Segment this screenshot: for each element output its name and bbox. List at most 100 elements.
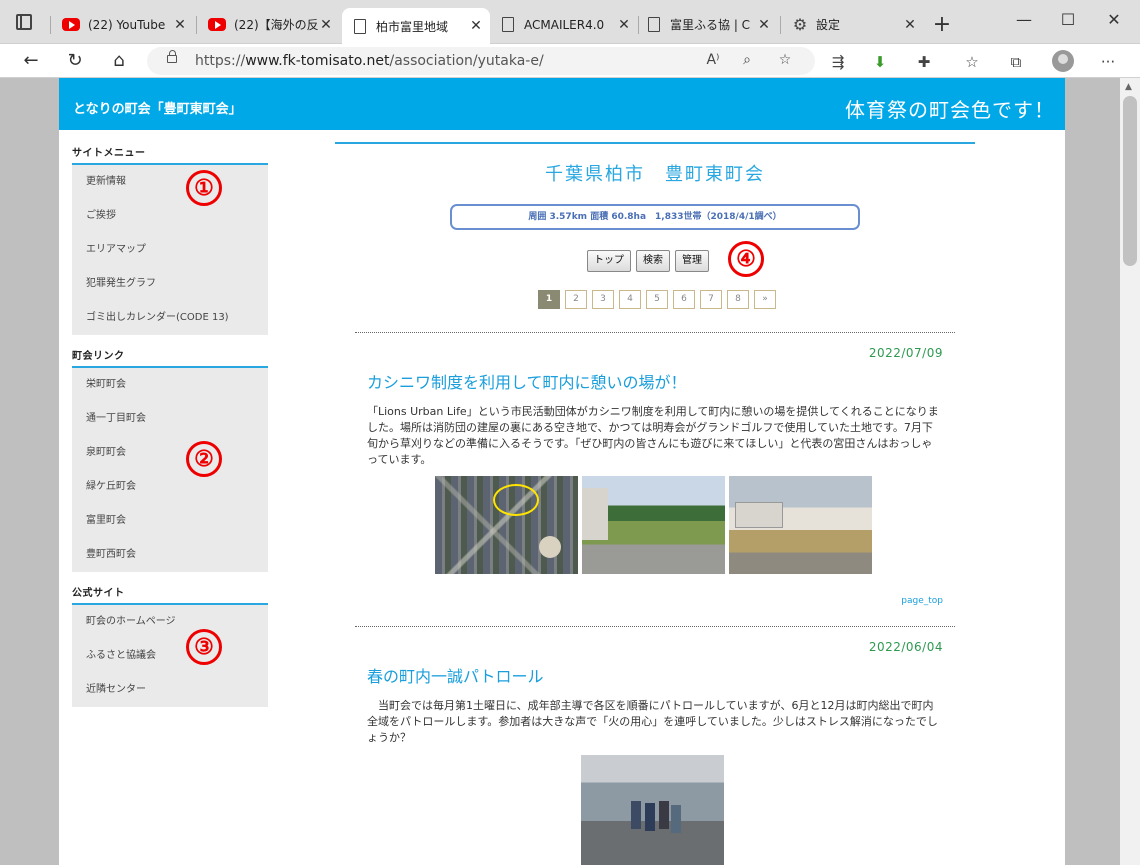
post-date: 2022/06/04 [868, 640, 943, 654]
favorites-icon[interactable]: ☆ [962, 52, 982, 72]
back-button[interactable]: ← [20, 50, 42, 72]
tab-youtube-1[interactable]: (22) YouTube ✕ [52, 8, 194, 41]
home-button[interactable]: ⌂ [108, 50, 130, 72]
aerial-map-photo[interactable] [435, 476, 578, 574]
post-date: 2022/07/09 [868, 346, 943, 360]
stats-box: 周囲 3.57km 面積 60.8ha 1,833世帯（2018/4/1調べ） [450, 204, 860, 230]
download-extension-icon[interactable]: ⬇ [870, 52, 890, 72]
tab-label: ACMAILER4.0 [524, 17, 605, 32]
zoom-icon[interactable]: ⌕ [737, 52, 757, 68]
tab-separator [50, 16, 51, 34]
page-container: となりの町会「豊町東町会」 体育祭の町会色です！ サイトメニュー 更新情報 ご挨… [59, 78, 1065, 865]
collections-icon[interactable]: ⧉ [1006, 52, 1026, 72]
tab-label: (22)【海外の反応 [234, 18, 318, 32]
url-field[interactable]: https://www.fk-tomisato.net/association/… [147, 47, 815, 75]
tab-acmailer[interactable]: ACMAILER4.0 ✕ [490, 8, 638, 41]
page-link-2[interactable]: 2 [565, 290, 587, 309]
close-icon[interactable]: ✕ [616, 17, 632, 33]
annotation-marker-4: ④ [728, 241, 764, 277]
tab-kashiwa-active[interactable]: 柏市富里地域 ✕ [342, 8, 490, 44]
lock-icon[interactable] [167, 50, 177, 63]
post-photos [581, 755, 724, 865]
sidebar-item-yutakacho-nishi[interactable]: 豊町西町会 [72, 538, 268, 572]
sidebar-item-town-homepage[interactable]: 町会のホームページ [72, 605, 268, 639]
page-link-1[interactable]: 1 [538, 290, 560, 309]
tab-separator [780, 16, 781, 34]
divider [355, 332, 955, 333]
grass-lot-photo[interactable] [729, 476, 872, 574]
annotation-marker-2: ② [186, 441, 222, 477]
page-link-8[interactable]: 8 [727, 290, 749, 309]
page-top-link[interactable]: page_top [901, 596, 943, 606]
sidebar-item-sakaemachi[interactable]: 栄町町会 [72, 368, 268, 402]
reload-button[interactable]: ↻ [64, 50, 86, 72]
scroll-up-arrow-icon[interactable]: ▲ [1125, 82, 1132, 92]
close-icon[interactable]: ✕ [172, 17, 188, 33]
page-icon [502, 17, 514, 32]
tab-settings[interactable]: ⚙ 設定 ✕ [782, 8, 924, 41]
tab-furukyo[interactable]: 富里ふる協 | C ✕ [636, 8, 778, 41]
search-button[interactable]: 検索 [636, 250, 670, 272]
vacant-lot-photo[interactable] [582, 476, 725, 574]
sidebar-heading-official: 公式サイト [72, 584, 268, 605]
sidebar-item-furusato-council[interactable]: ふるさと協議会 [72, 639, 268, 673]
post-body: 「Lions Urban Life」という市民活動団体がカシニワ制度を利用して町… [367, 405, 939, 466]
post-title[interactable]: カシニワ制度を利用して町内に憩いの場が！ [367, 369, 687, 393]
tab-label: 富里ふる協 | C [670, 18, 751, 32]
url-text: https://www.fk-tomisato.net/association/… [195, 53, 544, 69]
sidebar-item-crime-graph[interactable]: 犯罪発生グラフ [72, 267, 268, 301]
divider [355, 626, 955, 627]
youtube-icon [208, 18, 226, 31]
sidebar-item-garbage-calendar[interactable]: ゴミ出しカレンダー(CODE 13) [72, 301, 268, 335]
sidebar-item-tomisato[interactable]: 富里町会 [72, 504, 268, 538]
site-menu-list: 更新情報 ご挨拶 エリアマップ 犯罪発生グラフ ゴミ出しカレンダー(CODE 1… [72, 165, 268, 335]
page-icon [354, 18, 366, 34]
sidebar-item-midorigaoka[interactable]: 緑ケ丘町会 [72, 470, 268, 504]
page-link-6[interactable]: 6 [673, 290, 695, 309]
patrol-photo[interactable] [581, 755, 724, 865]
main-top-rule [335, 142, 975, 144]
scroll-thumb[interactable] [1123, 96, 1137, 266]
page-title: 千葉県柏市 豊町東町会 [545, 164, 765, 185]
official-list: 町会のホームページ ふるさと協議会 近隣センター [72, 605, 268, 707]
close-icon[interactable]: ✕ [756, 17, 772, 33]
sidebar-heading-site-menu: サイトメニュー [72, 144, 268, 165]
admin-button[interactable]: 管理 [675, 250, 709, 272]
tab-youtube-2[interactable]: (22)【海外の反応 ✕ [198, 8, 340, 41]
extensions-icon[interactable]: ✚ [914, 52, 934, 72]
close-icon[interactable]: ✕ [902, 17, 918, 33]
extension-icon[interactable]: ⇶ [828, 52, 848, 72]
sidebar-item-area-map[interactable]: エリアマップ [72, 233, 268, 267]
page-link-4[interactable]: 4 [619, 290, 641, 309]
new-tab-button[interactable]: + [930, 12, 954, 37]
page-link-7[interactable]: 7 [700, 290, 722, 309]
sidebar-item-community-center[interactable]: 近隣センター [72, 673, 268, 707]
more-menu-icon[interactable]: ··· [1098, 52, 1118, 72]
vertical-scrollbar[interactable]: ▲ [1120, 78, 1140, 865]
url-scheme: https:// [195, 53, 246, 69]
close-icon[interactable]: ✕ [318, 17, 334, 33]
window-close-button[interactable]: ✕ [1104, 10, 1124, 29]
add-favorite-icon[interactable]: ☆ [775, 52, 795, 68]
page-link-3[interactable]: 3 [592, 290, 614, 309]
sidebar-item-updates[interactable]: 更新情報 [72, 165, 268, 199]
youtube-icon [62, 18, 80, 31]
maximize-button[interactable]: ☐ [1058, 10, 1078, 29]
top-button[interactable]: トップ [587, 250, 631, 272]
town-links-list: 栄町町会 通一丁目町会 泉町町会 緑ケ丘町会 富里町会 豊町西町会 [72, 368, 268, 572]
sidebar-item-greeting[interactable]: ご挨拶 [72, 199, 268, 233]
url-path: /association/yutaka-e/ [389, 53, 544, 69]
tab-actions-icon[interactable] [16, 14, 32, 30]
avatar[interactable] [1052, 50, 1074, 72]
site-title[interactable]: となりの町会「豊町東町会」 [73, 98, 242, 117]
sidebar-item-izumicho[interactable]: 泉町町会 [72, 436, 268, 470]
close-icon[interactable]: ✕ [468, 18, 484, 34]
read-aloud-icon[interactable]: A⁾ [703, 52, 723, 68]
minimize-button[interactable]: — [1014, 10, 1034, 29]
tab-separator [196, 16, 197, 34]
next-page-link[interactable]: » [754, 290, 776, 309]
post-title[interactable]: 春の町内一誠パトロール [367, 663, 543, 687]
sidebar-item-tori-1chome[interactable]: 通一丁目町会 [72, 402, 268, 436]
sidebar: サイトメニュー 更新情報 ご挨拶 エリアマップ 犯罪発生グラフ ゴミ出しカレンダ… [72, 144, 268, 719]
page-link-5[interactable]: 5 [646, 290, 668, 309]
